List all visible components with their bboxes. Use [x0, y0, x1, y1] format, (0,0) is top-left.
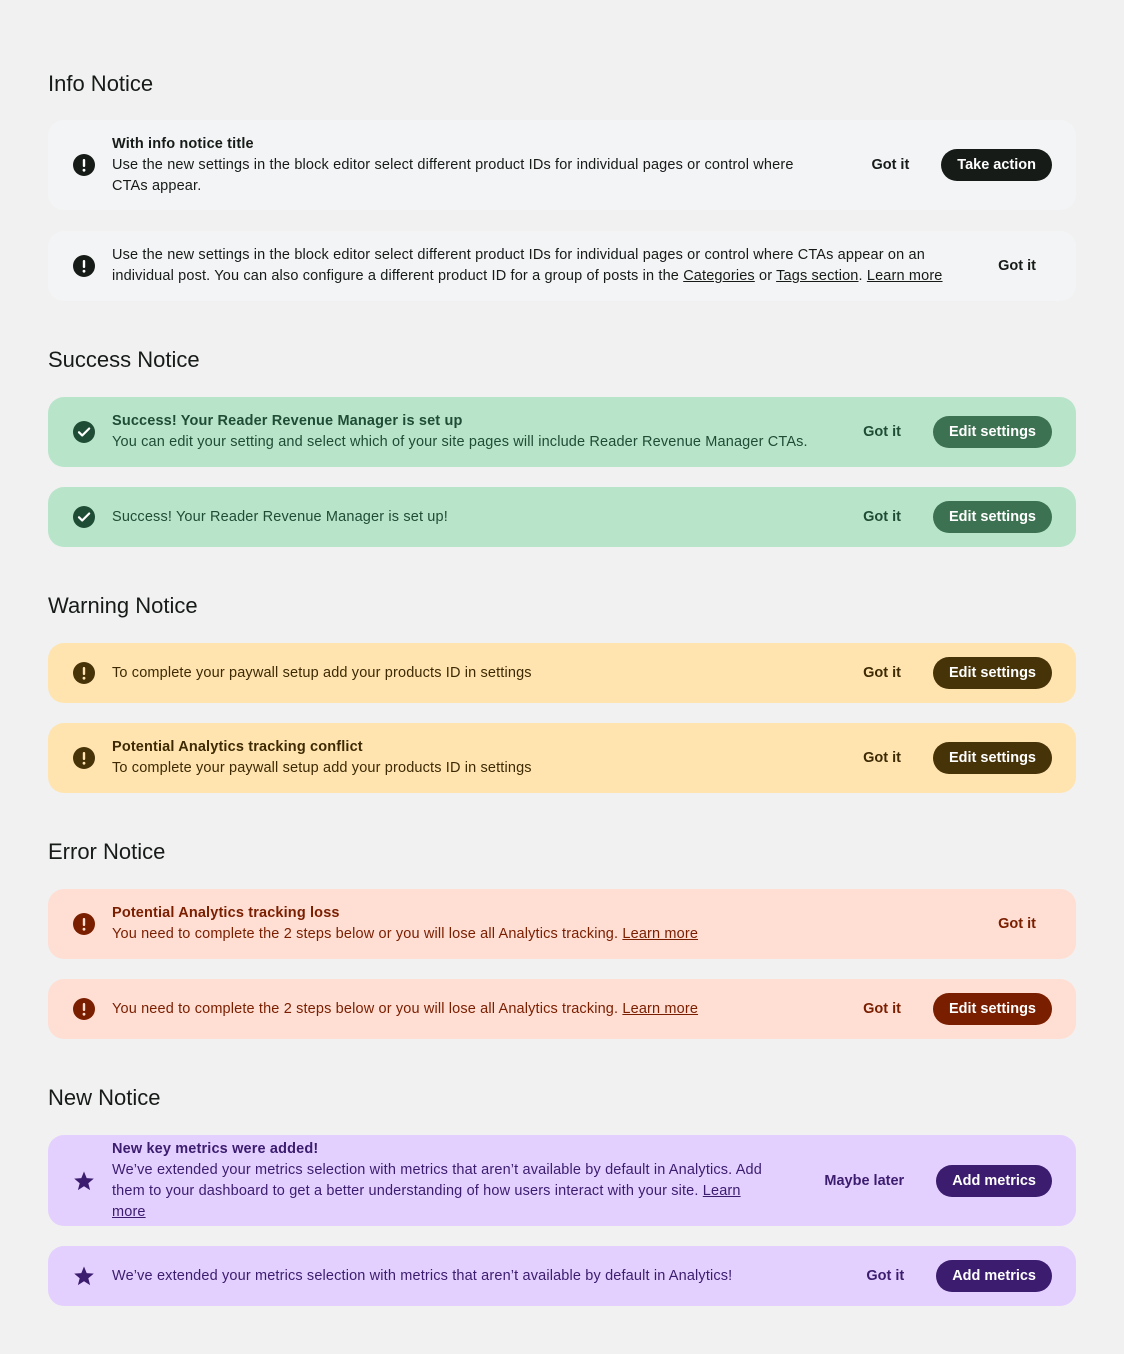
- notice-actions: Got it Take action: [855, 149, 1052, 181]
- notice-description: We’ve extended your metrics selection wi…: [112, 1267, 733, 1284]
- info-section-heading: Info Notice: [48, 71, 154, 96]
- notice-text: .: [858, 268, 867, 284]
- notice-body: Potential Analytics tracking conflict To…: [112, 737, 823, 779]
- add-metrics-button[interactable]: Add metrics: [936, 1164, 1052, 1197]
- info-notice-with-links: Use the new settings in the block editor…: [48, 231, 1076, 301]
- error-section-heading: Error Notice: [48, 839, 166, 864]
- error-notice-simple: You need to complete the 2 steps below o…: [48, 979, 1076, 1039]
- add-metrics-button[interactable]: Add metrics: [936, 1260, 1052, 1292]
- edit-settings-button[interactable]: Edit settings: [932, 501, 1052, 533]
- notice-description: To complete your paywall setup add your …: [112, 760, 532, 776]
- notice-body: Potential Analytics tracking loss You ne…: [112, 903, 958, 945]
- notice-title: With info notice title: [112, 135, 254, 152]
- notice-body: We’ve extended your metrics selection wi…: [112, 1266, 826, 1287]
- notice-actions: Got it Edit settings: [847, 657, 1052, 689]
- exclamation-circle-icon: [72, 912, 96, 936]
- dismiss-button[interactable]: Got it: [982, 908, 1052, 940]
- dismiss-button[interactable]: Got it: [855, 149, 925, 181]
- learn-more-link[interactable]: Learn more: [622, 1001, 698, 1017]
- warning-notice-simple: To complete your paywall setup add your …: [48, 643, 1076, 703]
- notice-actions: Got it Edit settings: [847, 501, 1052, 533]
- notice-body: New key metrics were added! We’ve extend…: [112, 1139, 784, 1223]
- notice-title: Success! Your Reader Revenue Manager is …: [112, 413, 463, 429]
- exclamation-circle-icon: [72, 254, 96, 278]
- categories-link[interactable]: Categories: [683, 268, 755, 284]
- notice-title: Potential Analytics tracking loss: [112, 905, 340, 921]
- notice-body: Use the new settings in the block editor…: [112, 245, 958, 287]
- notice-actions: Got it: [982, 908, 1052, 940]
- notice-title: Potential Analytics tracking conflict: [112, 739, 363, 755]
- warning-section-heading: Warning Notice: [48, 593, 198, 618]
- notice-text: You need to complete the 2 steps below o…: [112, 1000, 623, 1017]
- notices-page: Info Notice With info notice title Use t…: [0, 0, 1124, 1306]
- star-icon: [72, 1169, 96, 1193]
- maybe-later-button[interactable]: Maybe later: [808, 1165, 920, 1197]
- notice-actions: Maybe later Add metrics: [808, 1164, 1052, 1197]
- notice-body: You need to complete the 2 steps below o…: [112, 999, 823, 1020]
- notice-text: You need to complete the 2 steps below o…: [112, 926, 623, 942]
- learn-more-link[interactable]: Learn more: [622, 926, 698, 942]
- edit-settings-button[interactable]: Edit settings: [932, 657, 1052, 689]
- success-section-heading: Success Notice: [48, 347, 200, 372]
- success-notice-with-title: Success! Your Reader Revenue Manager is …: [48, 397, 1076, 467]
- learn-more-link[interactable]: Learn more: [867, 268, 943, 284]
- edit-settings-button[interactable]: Edit settings: [932, 416, 1052, 448]
- star-icon: [72, 1264, 96, 1288]
- info-notice-with-title: With info notice title Use the new setti…: [48, 120, 1076, 210]
- exclamation-circle-icon: [72, 153, 96, 177]
- new-notice-simple: We’ve extended your metrics selection wi…: [48, 1246, 1076, 1306]
- notice-description: To complete your paywall setup add your …: [112, 664, 532, 681]
- exclamation-circle-icon: [72, 746, 96, 770]
- notice-description: Success! Your Reader Revenue Manager is …: [112, 508, 448, 525]
- notice-actions: Got it Add metrics: [850, 1260, 1052, 1292]
- warning-notice-with-title: Potential Analytics tracking conflict To…: [48, 723, 1076, 793]
- check-circle-icon: [72, 420, 96, 444]
- notice-body: Success! Your Reader Revenue Manager is …: [112, 411, 823, 453]
- success-notice-simple: Success! Your Reader Revenue Manager is …: [48, 487, 1076, 547]
- notice-description: You can edit your setting and select whi…: [112, 434, 808, 450]
- notice-description: We’ve extended your metrics selection wi…: [112, 1160, 774, 1223]
- tags-section-link[interactable]: Tags section: [776, 268, 858, 284]
- dismiss-button[interactable]: Got it: [847, 501, 917, 533]
- notice-actions: Got it Edit settings: [847, 993, 1052, 1025]
- dismiss-button[interactable]: Got it: [847, 742, 917, 774]
- dismiss-button[interactable]: Got it: [847, 416, 917, 448]
- notice-description: Use the new settings in the block editor…: [112, 156, 794, 194]
- notice-actions: Got it: [982, 250, 1052, 282]
- error-notice-with-title: Potential Analytics tracking loss You ne…: [48, 889, 1076, 959]
- dismiss-button[interactable]: Got it: [847, 657, 917, 689]
- notice-body: To complete your paywall setup add your …: [112, 663, 823, 684]
- edit-settings-button[interactable]: Edit settings: [932, 993, 1052, 1025]
- notice-body: With info notice title Use the new setti…: [112, 134, 831, 197]
- check-circle-icon: [72, 505, 96, 529]
- exclamation-circle-icon: [72, 661, 96, 685]
- notice-title: New key metrics were added!: [112, 1140, 319, 1157]
- dismiss-button[interactable]: Got it: [850, 1260, 920, 1292]
- dismiss-button[interactable]: Got it: [847, 993, 917, 1025]
- new-section-heading: New Notice: [48, 1085, 161, 1110]
- notice-description: Use the new settings in the block editor…: [112, 245, 958, 287]
- exclamation-circle-icon: [72, 997, 96, 1021]
- notice-text: or: [754, 268, 777, 284]
- take-action-button[interactable]: Take action: [941, 149, 1052, 181]
- notice-text: We’ve extended your metrics selection wi…: [112, 1161, 762, 1199]
- new-notice-with-title: New key metrics were added! We’ve extend…: [48, 1135, 1076, 1226]
- dismiss-button[interactable]: Got it: [982, 250, 1052, 282]
- notice-description: You need to complete the 2 steps below o…: [112, 924, 958, 945]
- notice-body: Success! Your Reader Revenue Manager is …: [112, 507, 823, 528]
- edit-settings-button[interactable]: Edit settings: [932, 742, 1052, 774]
- notice-actions: Got it Edit settings: [847, 742, 1052, 774]
- notice-actions: Got it Edit settings: [847, 416, 1052, 448]
- notice-description: You need to complete the 2 steps below o…: [112, 999, 823, 1020]
